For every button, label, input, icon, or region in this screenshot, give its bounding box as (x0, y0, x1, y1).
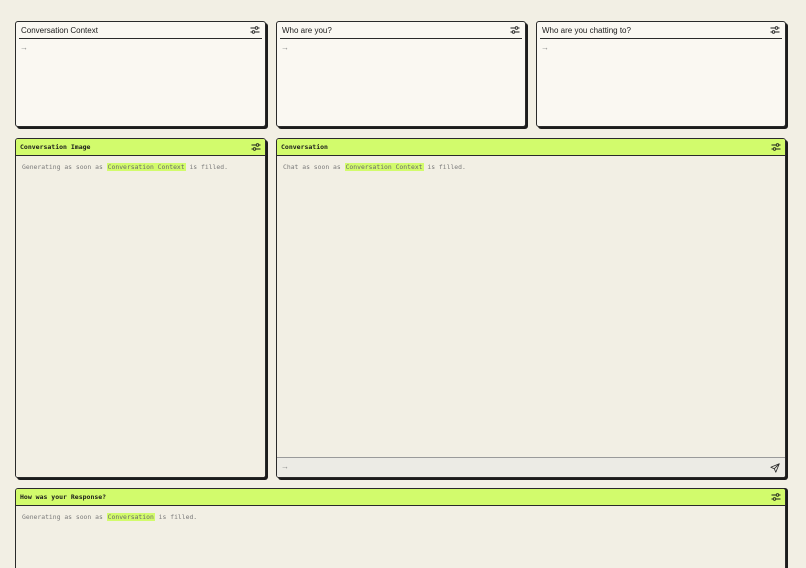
who-are-you-title: Who are you? (282, 25, 332, 35)
sliders-icon[interactable] (771, 143, 781, 151)
sliders-icon[interactable] (770, 26, 780, 34)
conversation-context-input[interactable]: → (20, 43, 28, 53)
status-highlight: Conversation Context (344, 163, 424, 171)
response-header: How was your Response? (16, 489, 785, 506)
conversation-card: Conversation Chat as soon as Conversatio… (276, 138, 786, 478)
conversation-image-card: Conversation Image Generating as soon as… (15, 138, 266, 478)
response-title: How was your Response? (20, 493, 107, 501)
conversation-context-header: Conversation Context (19, 22, 262, 39)
conversation-status: Chat as soon as Conversation Context is … (283, 163, 466, 171)
who-are-you-header: Who are you? (280, 22, 522, 39)
who-chatting-input[interactable]: → (541, 43, 549, 53)
sliders-icon[interactable] (251, 143, 261, 151)
response-status: Generating as soon as Conversation is fi… (22, 513, 198, 521)
sliders-icon[interactable] (250, 26, 260, 34)
response-card: How was your Response? Generating as soo… (15, 488, 786, 568)
status-highlight: Conversation (106, 513, 155, 521)
who-chatting-title: Who are you chatting to? (542, 25, 631, 35)
conversation-context-card: Conversation Context → (15, 21, 266, 127)
conversation-image-status: Generating as soon as Conversation Conte… (22, 163, 228, 171)
chat-input-bar[interactable]: → (277, 457, 785, 477)
who-chatting-header: Who are you chatting to? (540, 22, 782, 39)
conversation-context-title: Conversation Context (21, 25, 98, 35)
chat-input[interactable]: → (281, 462, 289, 472)
conversation-image-title: Conversation Image (20, 143, 91, 151)
sliders-icon[interactable] (510, 26, 520, 34)
conversation-body (277, 156, 785, 477)
who-chatting-card: Who are you chatting to? → (536, 21, 786, 127)
status-highlight: Conversation Context (106, 163, 186, 171)
conversation-header: Conversation (277, 139, 785, 156)
conversation-image-header: Conversation Image (16, 139, 265, 156)
conversation-image-body (16, 156, 265, 477)
send-icon[interactable] (770, 463, 780, 473)
who-are-you-input[interactable]: → (281, 43, 289, 53)
who-are-you-card: Who are you? → (276, 21, 526, 127)
sliders-icon[interactable] (771, 493, 781, 501)
conversation-title: Conversation (281, 143, 328, 151)
